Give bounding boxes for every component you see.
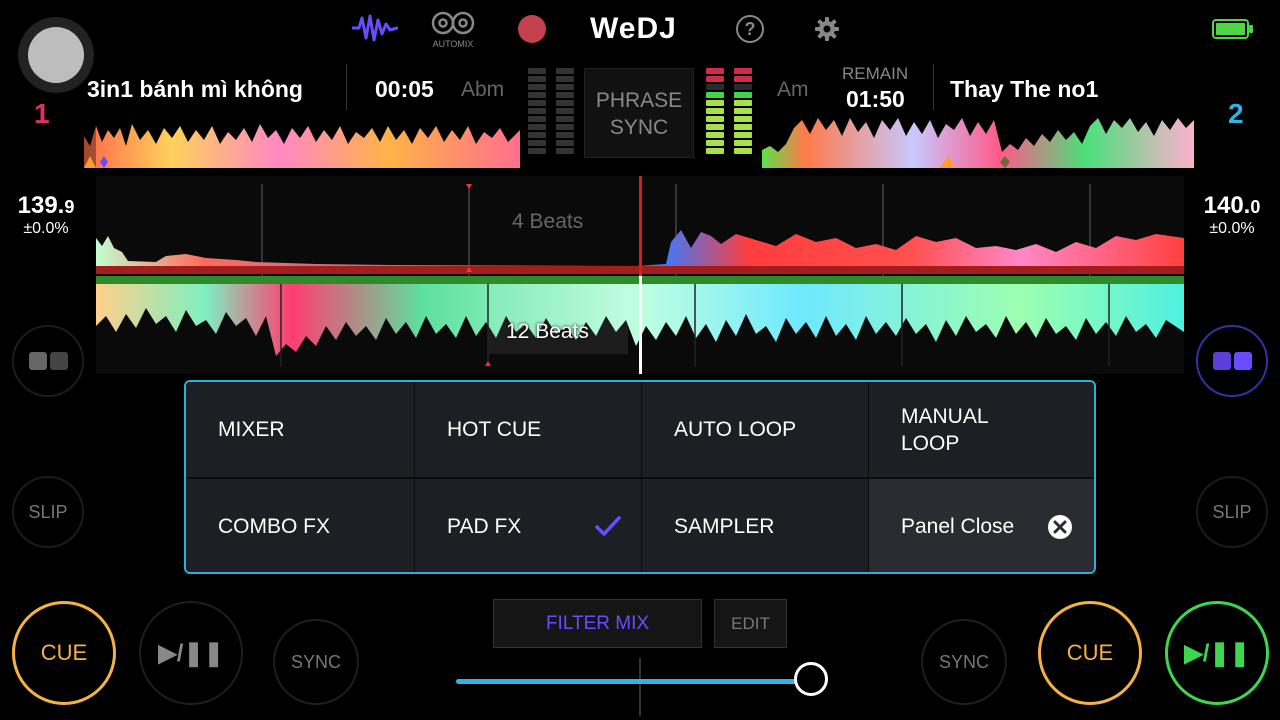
deck1-track-title[interactable]: 3in1 bánh mì không xyxy=(87,76,331,103)
deck1-pad-toggle-button[interactable] xyxy=(12,325,84,397)
panel-pad-fx-button[interactable]: PAD FX xyxy=(415,479,641,572)
crossfader-center-line xyxy=(639,658,641,716)
deck1-jog-thumb[interactable] xyxy=(18,17,94,93)
deck2-sync-button[interactable]: SYNC xyxy=(921,619,1007,705)
deck2-time: 01:50 xyxy=(846,86,905,112)
top-beat-loop-label: 4 Beats xyxy=(512,210,584,233)
deck1-bpm-int: 139. xyxy=(17,192,65,219)
panel-manual-loop-line1: MANUAL xyxy=(901,404,989,428)
main-waveform-area[interactable]: 4 Beats 12 Beats xyxy=(96,176,1184,374)
phrase-sync-button[interactable]: PHRASE SYNC xyxy=(584,68,694,158)
deck1-overview-waveform[interactable] xyxy=(84,116,520,168)
panel-hot-cue-label: HOT CUE xyxy=(447,417,542,441)
crossfader[interactable] xyxy=(456,656,842,716)
waveform-logo-icon[interactable] xyxy=(352,14,398,42)
panel-combo-fx-button[interactable]: COMBO FX xyxy=(186,479,414,572)
help-icon: ? xyxy=(744,18,756,39)
crossfader-knob[interactable] xyxy=(794,662,829,696)
help-button[interactable]: ? xyxy=(736,15,764,43)
crossfader-fill xyxy=(456,679,812,684)
deck2-track-title[interactable]: Thay The no1 xyxy=(950,76,1180,103)
edit-button[interactable]: EDIT xyxy=(714,599,787,648)
automix-button[interactable]: AUTOMIX xyxy=(428,10,478,50)
deck2-key: Am xyxy=(777,78,809,101)
deck1-pad-icon xyxy=(28,352,68,370)
panel-close-label: Panel Close xyxy=(901,514,1015,538)
panel-manual-loop-label: MANUAL LOOP xyxy=(901,403,989,457)
deck2-cue-label: CUE xyxy=(1066,640,1114,665)
waveform-graphics xyxy=(96,176,1184,374)
deck1-divider xyxy=(346,64,347,110)
automix-label: AUTOMIX xyxy=(432,39,474,49)
deck1-bpm-dec: 9 xyxy=(64,197,75,217)
settings-gear-icon[interactable] xyxy=(814,16,840,42)
panel-hot-cue-button[interactable]: HOT CUE xyxy=(415,382,641,477)
filter-mix-button[interactable]: FILTER MIX xyxy=(493,599,702,648)
deck1-play-pause-label: ▶/❚❚ xyxy=(158,639,224,667)
deck2-play-pause-label: ▶/❚❚ xyxy=(1184,639,1250,667)
panel-grid-line-v3 xyxy=(868,382,869,572)
deck1-slip-button[interactable]: SLIP xyxy=(12,476,84,548)
deck2-pad-toggle-button[interactable] xyxy=(1196,325,1268,397)
edit-label: EDIT xyxy=(731,613,770,633)
phrase-sync-line2: SYNC xyxy=(609,116,669,139)
deck2-cue-button[interactable]: CUE xyxy=(1038,601,1142,705)
app-title: WeDJ xyxy=(590,12,677,45)
automix-icon xyxy=(431,11,475,35)
panel-menu: MIXER HOT CUE AUTO LOOP MANUAL LOOP COMB… xyxy=(184,380,1096,574)
deck2-bpm-int: 140. xyxy=(1203,192,1251,219)
deck1-cue-button[interactable]: CUE xyxy=(12,601,116,705)
deck2-remain-label: REMAIN xyxy=(842,64,909,83)
panel-auto-loop-label: AUTO LOOP xyxy=(674,417,797,441)
deck2-level-meter-left xyxy=(706,68,724,156)
deck2-sync-label: SYNC xyxy=(938,651,989,672)
panel-combo-fx-label: COMBO FX xyxy=(218,514,331,538)
deck2-divider xyxy=(933,64,934,110)
panel-auto-loop-button[interactable]: AUTO LOOP xyxy=(642,382,868,477)
deck1-pitch: ±0.0% xyxy=(23,220,69,237)
panel-grid-line-v2 xyxy=(641,382,642,572)
deck1-level-meter xyxy=(528,68,546,156)
deck1-slip-label: SLIP xyxy=(28,501,68,522)
filter-mix-label: FILTER MIX xyxy=(545,612,650,634)
deck1-sync-button[interactable]: SYNC xyxy=(273,619,359,705)
phrase-sync-line1: PHRASE xyxy=(595,89,683,112)
deck2-bpm-dec: 0 xyxy=(1250,197,1261,217)
panel-grid-line-v1 xyxy=(414,382,415,572)
deck1-bpm-display[interactable]: 139.9 ±0.0% xyxy=(10,192,82,244)
panel-sampler-label: SAMPLER xyxy=(674,514,775,538)
deck2-slip-button[interactable]: SLIP xyxy=(1196,476,1268,548)
panel-manual-loop-line2: LOOP xyxy=(901,431,960,455)
deck1-time: 00:05 xyxy=(375,76,434,102)
panel-close-button[interactable]: Panel Close xyxy=(869,479,1094,572)
deck1-cue-label: CUE xyxy=(40,640,88,665)
panel-mixer-label: MIXER xyxy=(218,417,285,441)
record-button[interactable] xyxy=(518,15,546,43)
deck2-pitch: ±0.0% xyxy=(1209,220,1255,237)
panel-mixer-button[interactable]: MIXER xyxy=(186,382,414,477)
panel-pad-fx-label: PAD FX xyxy=(447,514,522,538)
close-icon xyxy=(1048,515,1072,539)
deck1-play-pause-button[interactable]: ▶/❚❚ xyxy=(139,601,243,705)
deck2-pad-icon xyxy=(1212,352,1252,370)
deck2-level-meter-right xyxy=(734,68,752,156)
deck1-sync-label: SYNC xyxy=(290,651,341,672)
deck2-slip-label: SLIP xyxy=(1212,501,1252,522)
battery-icon xyxy=(1212,19,1253,39)
deck2-bpm-display[interactable]: 140.0 ±0.0% xyxy=(1196,192,1268,244)
deck1-number: 1 xyxy=(34,98,50,129)
panel-manual-loop-button[interactable]: MANUAL LOOP xyxy=(869,382,1094,477)
deck1-level-meter-right xyxy=(556,68,574,156)
deck2-play-pause-button[interactable]: ▶/❚❚ xyxy=(1165,601,1269,705)
checkmark-icon xyxy=(595,516,621,536)
deck1-key: Abm xyxy=(461,78,505,101)
deck2-overview-waveform[interactable] xyxy=(762,116,1194,168)
bottom-beat-loop-label: 12 Beats xyxy=(506,320,589,343)
panel-sampler-button[interactable]: SAMPLER xyxy=(642,479,868,572)
deck2-number: 2 xyxy=(1228,98,1244,129)
